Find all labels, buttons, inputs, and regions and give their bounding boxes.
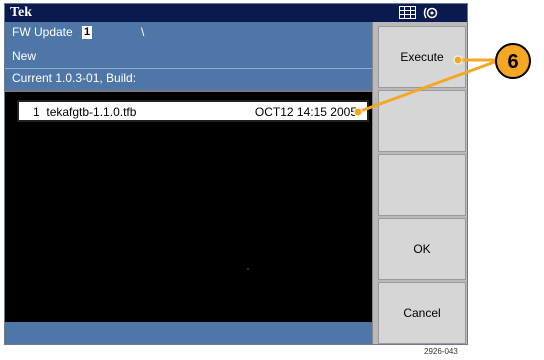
file-list: 1 tekafgtb-1.1.0.tfb OCT12 14:15 2005 (5, 90, 372, 322)
file-date: OCT12 14:15 2005 (254, 105, 357, 119)
current-version-label: Current 1.0.3-01, Build: (12, 71, 137, 85)
fw-update-digit[interactable]: 1 (82, 26, 93, 40)
callout-badge (495, 43, 531, 79)
file-row[interactable]: 1 tekafgtb-1.1.0.tfb OCT12 14:15 2005 (17, 100, 369, 122)
fw-update-line: FW Update 1 (12, 25, 93, 40)
info-divider (5, 68, 372, 69)
softkey-panel: Execute OK Cancel (372, 22, 467, 344)
new-label: New (12, 49, 37, 63)
cancel-button[interactable]: Cancel (378, 282, 466, 344)
instrument-screen: Tek FW Update 1 \ New Current 1.0.3-01, … (4, 3, 468, 345)
execute-button[interactable]: Execute (378, 26, 466, 88)
figure-id: 2926-043 (424, 347, 458, 356)
info-panel: FW Update 1 \ New Current 1.0.3-01, Buil… (5, 22, 372, 90)
wave-icon (423, 7, 438, 19)
grid-icon (399, 6, 416, 19)
softkey-3-button[interactable] (378, 154, 466, 216)
softkey-2-button[interactable] (378, 90, 466, 152)
ok-button[interactable]: OK (378, 218, 466, 280)
status-icons (399, 6, 439, 20)
title-bar: Tek (5, 4, 467, 22)
fw-update-label: FW Update (12, 25, 73, 39)
slash-mark: \ (141, 25, 145, 39)
callout-number: 6 (507, 51, 518, 73)
dot-mark (247, 268, 249, 270)
footer-bar (5, 322, 372, 344)
file-name: 1 tekafgtb-1.1.0.tfb (33, 105, 137, 119)
brand-logo: Tek (10, 5, 33, 20)
